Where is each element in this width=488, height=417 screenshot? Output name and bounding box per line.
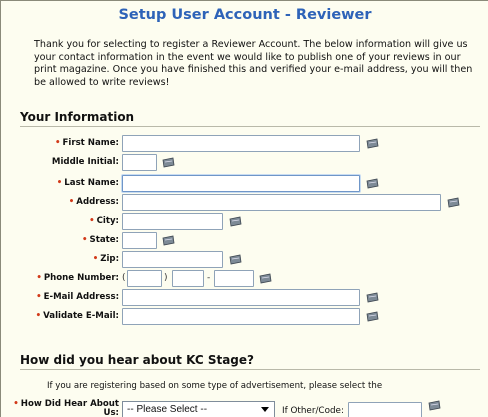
zip-input[interactable]	[122, 251, 223, 268]
middle-initial-label: Middle Initial:	[51, 157, 119, 167]
edit-icon	[366, 292, 379, 303]
edit-icon	[428, 400, 441, 411]
edit-icon	[162, 235, 175, 246]
phone-prefix-input[interactable]	[172, 270, 204, 287]
email-label: • E-Mail Address:	[36, 292, 119, 302]
state-label: • State:	[82, 235, 119, 245]
email-input[interactable]	[122, 289, 360, 306]
intro-text: Thank you for selecting to register a Re…	[34, 39, 473, 88]
state-input[interactable]	[122, 232, 157, 249]
first-name-label: • First Name:	[55, 138, 119, 148]
first-name-input[interactable]	[122, 135, 360, 152]
page-title: Setup User Account - Reviewer	[118, 7, 372, 23]
other-code-input[interactable]	[348, 402, 422, 417]
hear-intro-text: If you are registering based on some typ…	[47, 381, 383, 391]
validate-email-label: • Validate E-Mail:	[35, 311, 119, 321]
validate-email-input[interactable]	[122, 308, 360, 325]
city-label: • City:	[89, 216, 119, 226]
how-did-you-hear-select[interactable]: -- Please Select --	[122, 401, 275, 417]
edit-icon	[259, 273, 272, 284]
phone-paren-close: )	[164, 273, 168, 283]
edit-icon	[447, 197, 460, 208]
how-did-you-hear-label: • How Did Hear About Us:	[13, 399, 119, 417]
city-input[interactable]	[122, 213, 223, 230]
section-divider	[20, 126, 480, 127]
your-information-heading: Your Information	[20, 110, 135, 124]
last-name-input[interactable]	[122, 175, 360, 192]
edit-icon	[366, 138, 379, 149]
edit-icon	[366, 311, 379, 322]
registration-panel: Setup User Account - Reviewer Thank you …	[0, 0, 488, 417]
required-marker: •	[55, 138, 61, 148]
other-code-label: If Other/Code:	[282, 406, 344, 416]
phone-dash: -	[207, 273, 211, 283]
edit-icon	[162, 157, 175, 168]
middle-initial-input[interactable]	[122, 154, 157, 171]
address-input[interactable]	[122, 194, 441, 211]
chevron-down-icon	[261, 407, 269, 412]
last-name-label: • Last Name:	[56, 178, 119, 188]
phone-line-input[interactable]	[214, 270, 254, 287]
section-divider	[20, 369, 480, 370]
edit-icon	[229, 254, 242, 265]
edit-icon	[229, 216, 242, 227]
phone-area-code-input[interactable]	[127, 270, 162, 287]
address-label: • Address:	[68, 197, 119, 207]
how-did-you-hear-heading: How did you hear about KC Stage?	[20, 353, 254, 367]
edit-icon	[366, 178, 379, 189]
zip-label: • Zip:	[92, 254, 119, 264]
phone-paren-open: (	[122, 273, 126, 283]
phone-label: • Phone Number:	[36, 273, 119, 283]
